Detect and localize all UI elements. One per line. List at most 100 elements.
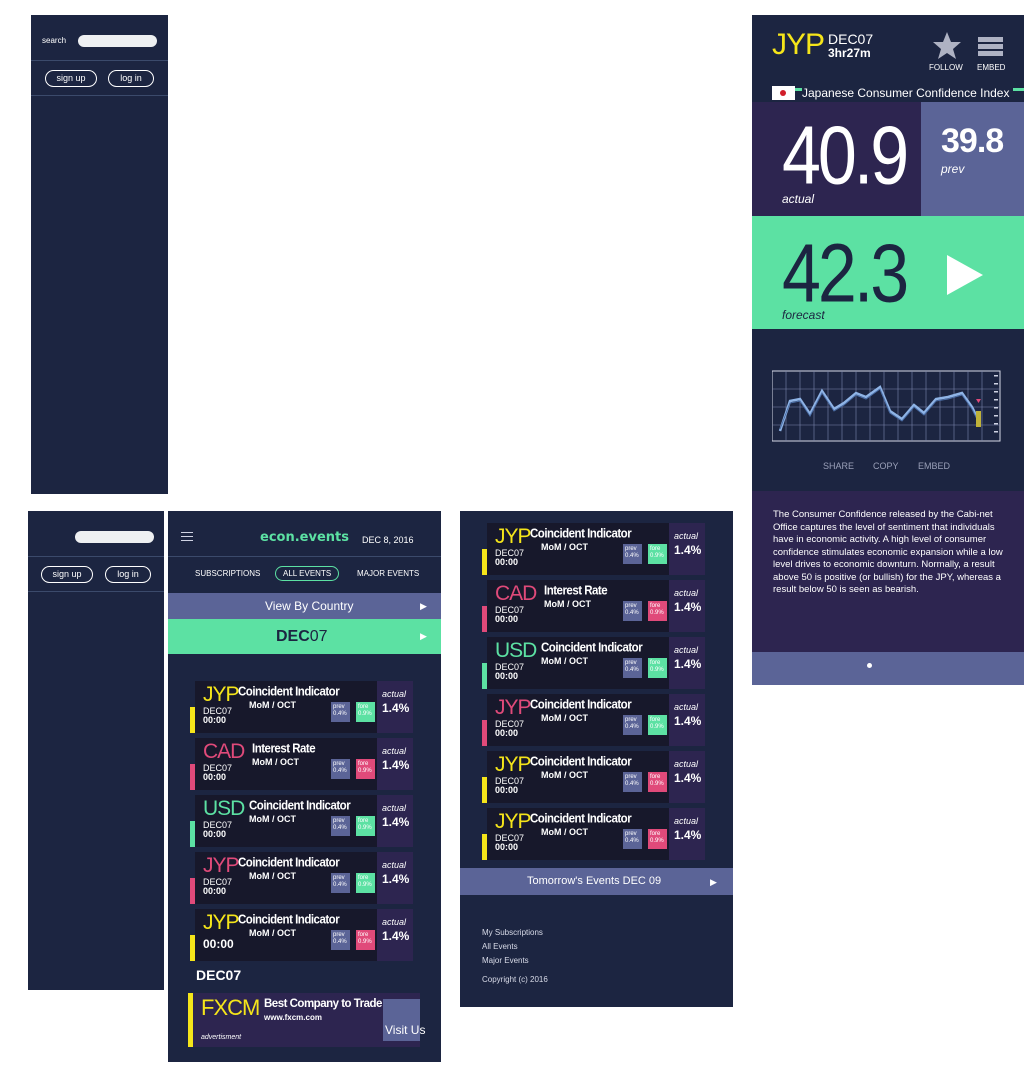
actual-box: actual 1.4% xyxy=(669,523,705,575)
forecast-badge: fore 0.9% xyxy=(356,702,375,722)
event-subtitle: MoM / OCT xyxy=(249,700,296,710)
ad-url[interactable]: www.fxcm.com xyxy=(264,1013,322,1022)
event-card[interactable]: JYP Coincident Indicator MoM / OCT DEC07 00:… xyxy=(482,523,705,575)
prev-badge: prev 0.4% xyxy=(623,601,642,621)
log-in-button[interactable]: log in xyxy=(108,70,154,87)
divider xyxy=(28,591,164,592)
japan-flag-icon xyxy=(772,86,795,100)
sign-up-button[interactable]: sign up xyxy=(41,566,93,583)
event-card[interactable]: JYP Coincident Indicator MoM / OCT DEC07 00:… xyxy=(482,808,705,860)
section-date: DEC07 xyxy=(196,967,242,983)
event-card[interactable]: USD Coincident Indicator MoM / OCT DEC07 00:… xyxy=(482,637,705,689)
prev-value: 0.4% xyxy=(625,723,639,730)
copyright: Copyright (c) 2016 xyxy=(482,975,548,984)
arrow-right-icon: ▶ xyxy=(420,631,427,641)
actual-box: actual 1.4% xyxy=(669,694,705,746)
forecast-badge: fore 0.9% xyxy=(648,601,667,621)
event-currency: JYP xyxy=(203,683,240,706)
tab-subscriptions[interactable]: SUBSCRIPTIONS xyxy=(195,569,260,578)
forecast-label: fore xyxy=(650,660,661,666)
divider xyxy=(31,95,168,96)
prev-value: 0.4% xyxy=(333,881,347,888)
view-by-country-bar[interactable]: View By Country ▶ xyxy=(168,593,441,619)
detail-countdown: 3hr27m xyxy=(828,46,871,60)
pager-dot[interactable] xyxy=(867,663,872,668)
arrow-right-icon: ▶ xyxy=(710,877,717,887)
prev-badge: prev 0.4% xyxy=(623,715,642,735)
copy-button[interactable]: COPY xyxy=(873,461,899,471)
star-icon[interactable] xyxy=(932,31,962,61)
footer-link-major-events[interactable]: Major Events xyxy=(482,956,529,965)
tomorrow-events-bar[interactable]: Tomorrow's Events DEC 09 ▶ xyxy=(460,868,733,895)
prev-badge: prev 0.4% xyxy=(623,658,642,678)
actual-value: 1.4% xyxy=(674,657,702,671)
event-currency: USD xyxy=(495,639,537,662)
log-in-button[interactable]: log in xyxy=(105,566,151,583)
forecast-badge: fore 0.9% xyxy=(648,829,667,849)
share-button[interactable]: SHARE xyxy=(823,461,854,471)
forecast-badge: fore 0.9% xyxy=(356,930,375,950)
event-currency: JYP xyxy=(495,525,532,548)
event-card[interactable]: JYP Coincident Indicator MoM / OCT DEC07 00:… xyxy=(190,681,413,733)
embed-icon[interactable] xyxy=(978,37,1003,57)
divider xyxy=(31,60,168,61)
event-stripe xyxy=(482,834,487,860)
event-card[interactable]: CAD Interest Rate MoM / OCT DEC07 00:00 prev 0… xyxy=(190,738,413,790)
prev-badge: prev 0.4% xyxy=(331,759,350,779)
prev-label: prev xyxy=(941,162,965,176)
event-currency: CAD xyxy=(203,740,245,763)
event-card[interactable]: JYP Coincident Indicator MoM / OCT DEC07 00:… xyxy=(482,694,705,746)
event-stripe xyxy=(482,720,487,746)
ad-card[interactable]: FXCM Best Company to Trade www.fxcm.com … xyxy=(188,993,425,1047)
day-bar[interactable]: DEC07 ▶ xyxy=(168,619,441,654)
prev-value: 0.4% xyxy=(625,666,639,673)
forecast-badge: fore 0.9% xyxy=(648,715,667,735)
embed-label[interactable]: EMBED xyxy=(977,63,1005,72)
event-stripe xyxy=(482,606,487,632)
actual-value: 1.4% xyxy=(674,771,702,785)
forecast-label: fore xyxy=(650,717,661,723)
footer-link-all-events[interactable]: All Events xyxy=(482,942,518,951)
event-card[interactable]: CAD Interest Rate MoM / OCT DEC07 00:00 prev 0… xyxy=(482,580,705,632)
event-stripe xyxy=(190,878,195,904)
hamburger-icon[interactable] xyxy=(181,532,193,542)
event-title: Coincident Indicator xyxy=(238,856,340,870)
divider xyxy=(28,556,164,557)
forecast-label: fore xyxy=(358,932,369,938)
embed-button[interactable]: EMBED xyxy=(918,461,950,471)
event-detail-panel: JYP DEC07 3hr27m FOLLOW EMBED Japanese C… xyxy=(752,15,1024,685)
event-currency: USD xyxy=(203,797,245,820)
actual-box: actual 1.4% xyxy=(377,909,413,961)
forecast-value: 0.9% xyxy=(650,780,664,787)
search-input[interactable] xyxy=(75,531,154,543)
event-time: 00:00 xyxy=(495,557,519,567)
play-icon[interactable] xyxy=(945,253,985,297)
follow-label[interactable]: FOLLOW xyxy=(929,63,963,72)
visit-us-button[interactable]: Visit Us xyxy=(383,999,425,1041)
forecast-label: fore xyxy=(358,875,369,881)
search-input[interactable] xyxy=(78,35,157,47)
forecast-label: fore xyxy=(358,818,369,824)
prev-label: prev xyxy=(333,761,345,767)
event-card[interactable]: JYP Coincident Indicator MoM / OCT 00:00 pre… xyxy=(190,909,413,961)
event-card[interactable]: JYP Coincident Indicator MoM / OCT DEC07 00:… xyxy=(482,751,705,803)
event-title: Coincident Indicator xyxy=(541,641,643,655)
event-card[interactable]: USD Coincident Indicator MoM / OCT DEC07 00:… xyxy=(190,795,413,847)
event-card[interactable]: JYP Coincident Indicator MoM / OCT DEC07 00:… xyxy=(190,852,413,904)
logo[interactable]: econ.events xyxy=(260,530,349,545)
actual-box: actual 1.4% xyxy=(669,580,705,632)
footer-link-subscriptions[interactable]: My Subscriptions xyxy=(482,928,543,937)
sign-up-button[interactable]: sign up xyxy=(45,70,97,87)
prev-badge: prev 0.4% xyxy=(623,772,642,792)
menu-panel-bottom: sign up log in xyxy=(28,511,164,990)
actual-label: actual xyxy=(782,192,815,206)
forecast-value: 0.9% xyxy=(358,824,372,831)
forecast-value: 0.9% xyxy=(650,837,664,844)
view-by-country-label: View By Country xyxy=(265,599,354,613)
prev-label: prev xyxy=(625,546,637,552)
tab-all-events[interactable]: ALL EVENTS xyxy=(275,566,340,581)
forecast-label: fore xyxy=(650,831,661,837)
forecast-value: 0.9% xyxy=(358,710,372,717)
tab-major-events[interactable]: MAJOR EVENTS xyxy=(357,569,419,578)
prev-value: 0.4% xyxy=(625,837,639,844)
